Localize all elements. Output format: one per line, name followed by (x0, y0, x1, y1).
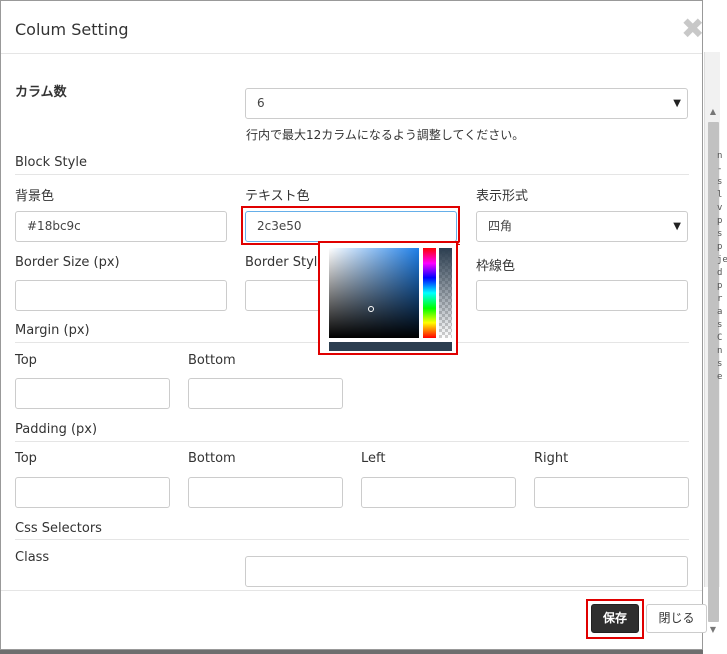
modal-title: Colum Setting (15, 20, 129, 39)
color-preview (329, 342, 452, 351)
padding-left-label: Left (361, 451, 386, 466)
divider (15, 539, 689, 540)
border-size-input[interactable] (15, 280, 227, 311)
bg-color-label: 背景色 (15, 189, 55, 204)
color-picker (325, 239, 468, 351)
border-color-label: 枠線色 (476, 259, 516, 274)
hue-slider[interactable] (423, 248, 436, 338)
columns-help: 行内で最大12カラムになるよう調整してください。 (246, 128, 525, 142)
divider (15, 174, 689, 175)
padding-right-input[interactable] (534, 477, 689, 508)
scroll-down-icon[interactable]: ▼ (708, 625, 718, 635)
padding-title: Padding (px) (15, 422, 98, 437)
border-style-label: Border Style (245, 255, 326, 270)
close-button[interactable]: 閉じる (646, 604, 707, 633)
padding-bottom-label: Bottom (188, 451, 236, 466)
chevron-down-icon: ▼ (673, 98, 681, 109)
color-picker-arrow (458, 239, 468, 244)
margin-bottom-label: Bottom (188, 353, 236, 368)
bg-color-input[interactable]: #18bc9c (15, 211, 227, 242)
text-color-label: テキスト色 (245, 189, 310, 204)
scroll-up-icon[interactable]: ▲ (708, 107, 718, 117)
padding-right-label: Right (534, 451, 569, 466)
margin-top-input[interactable] (15, 378, 170, 409)
modal-footer: 保存 閉じる (1, 590, 707, 650)
block-style-title: Block Style (15, 155, 87, 170)
class-label: Class (15, 550, 50, 565)
chevron-down-icon: ▼ (673, 221, 681, 232)
color-picker-highlight (318, 239, 468, 355)
display-type-select[interactable]: 四角 ▼ (476, 211, 688, 242)
alpha-slider[interactable] (439, 248, 452, 338)
padding-left-input[interactable] (361, 477, 516, 508)
divider (15, 441, 689, 442)
columns-select[interactable]: 6 ▼ (245, 88, 688, 119)
margin-bottom-input[interactable] (188, 378, 343, 409)
text-color-highlight (241, 206, 460, 245)
color-cursor[interactable] (368, 306, 374, 312)
border-color-input[interactable] (476, 280, 688, 311)
css-selectors-title: Css Selectors (15, 521, 102, 536)
padding-top-label: Top (15, 451, 37, 466)
margin-title: Margin (px) (15, 323, 90, 338)
padding-top-input[interactable] (15, 477, 170, 508)
columns-label: カラム数 (15, 85, 67, 100)
padding-bottom-input[interactable] (188, 477, 343, 508)
display-type-select-value: 四角 (488, 219, 513, 233)
border-size-label: Border Size (px) (15, 255, 120, 270)
modal-header: Colum Setting ✖ (1, 1, 704, 54)
close-icon[interactable]: ✖ (681, 15, 704, 43)
class-input[interactable] (245, 556, 688, 587)
saturation-value-area[interactable] (329, 248, 419, 338)
margin-top-label: Top (15, 353, 37, 368)
save-button[interactable]: 保存 (591, 604, 639, 633)
background-text: n - s l v p s p je d p r a s C n s e (717, 151, 727, 382)
display-type-label: 表示形式 (476, 189, 529, 204)
columns-select-value: 6 (257, 96, 265, 110)
